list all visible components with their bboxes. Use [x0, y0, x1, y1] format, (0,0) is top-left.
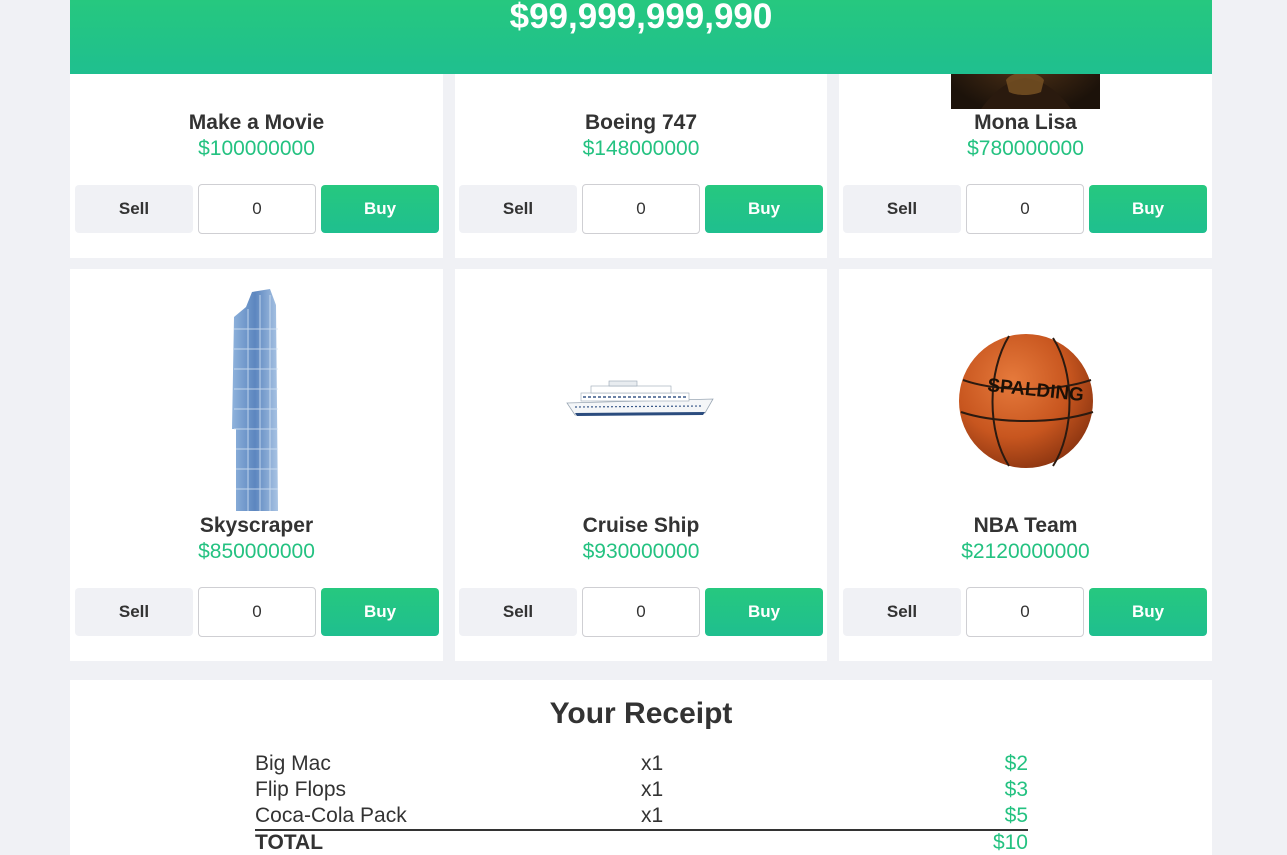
sell-button[interactable]: Sell: [459, 588, 577, 636]
product-price: $930000000: [582, 540, 700, 563]
page: $99,999,999,990 Make a Movie $100000000 …: [0, 0, 1287, 855]
cruise-ship-image: [566, 380, 714, 416]
product-controls: Sell Buy: [459, 587, 823, 637]
quantity-input[interactable]: [966, 184, 1084, 234]
quantity-input[interactable]: [582, 184, 700, 234]
receipt-row: Big Mac x1 $2: [255, 752, 1028, 778]
receipt-title: Your Receipt: [549, 697, 733, 730]
product-price: $780000000: [967, 137, 1084, 160]
product-price: $850000000: [198, 540, 315, 563]
product-name: Skyscraper: [199, 514, 314, 537]
quantity-input[interactable]: [966, 587, 1084, 637]
quantity-input[interactable]: [198, 587, 316, 637]
receipt-item-qty: x1: [641, 804, 664, 827]
product-controls: Sell Buy: [843, 587, 1207, 637]
buy-button[interactable]: Buy: [321, 185, 439, 233]
receipt-item-name: Flip Flops: [255, 778, 347, 801]
quantity-input[interactable]: [582, 587, 700, 637]
receipt-row: Flip Flops x1 $3: [255, 778, 1028, 804]
product-card-nba-team: SPALDING NBA Team $2120000000 Sell Buy: [839, 269, 1212, 661]
product-controls: Sell Buy: [75, 587, 439, 637]
product-price: $148000000: [582, 137, 700, 160]
product-name: NBA Team: [973, 514, 1078, 537]
product-name: Mona Lisa: [974, 111, 1077, 134]
sell-button[interactable]: Sell: [75, 588, 193, 636]
money-balance: $99,999,999,990: [509, 0, 773, 36]
product-name: Make a Movie: [188, 111, 325, 134]
product-name: Cruise Ship: [582, 514, 700, 537]
receipt-item-qty: x1: [641, 778, 664, 801]
receipt-total-amount: $10: [992, 831, 1028, 854]
receipt-total-row: TOTAL $10: [255, 829, 1028, 855]
buy-button[interactable]: Buy: [1089, 185, 1207, 233]
sell-button[interactable]: Sell: [843, 588, 961, 636]
skyscraper-image: [232, 289, 278, 511]
product-name: Boeing 747: [584, 111, 698, 134]
buy-button[interactable]: Buy: [1089, 588, 1207, 636]
receipt-row: Coca-Cola Pack x1 $5: [255, 804, 1028, 830]
receipt-item-amount: $3: [1004, 778, 1028, 801]
receipt-item-amount: $5: [1004, 804, 1028, 827]
buy-button[interactable]: Buy: [705, 185, 823, 233]
receipt-item-name: Coca-Cola Pack: [255, 804, 407, 827]
basketball-image: SPALDING: [959, 334, 1094, 468]
buy-button[interactable]: Buy: [705, 588, 823, 636]
product-price: $2120000000: [961, 540, 1090, 563]
product-controls: Sell Buy: [75, 184, 439, 234]
sell-button[interactable]: Sell: [459, 185, 577, 233]
receipt-total-label: TOTAL: [255, 831, 324, 854]
product-card-skyscraper: Skyscraper $850000000 Sell Buy: [70, 269, 443, 661]
receipt-item-name: Big Mac: [255, 752, 331, 775]
product-card-cruise-ship: Cruise Ship $930000000 Sell Buy: [455, 269, 827, 661]
product-controls: Sell Buy: [459, 184, 823, 234]
buy-button[interactable]: Buy: [321, 588, 439, 636]
product-controls: Sell Buy: [843, 184, 1207, 234]
product-price: $100000000: [198, 137, 315, 160]
receipt: Your Receipt Big Mac x1 $2 Flip Flops x1…: [70, 680, 1212, 855]
quantity-input[interactable]: [198, 184, 316, 234]
money-header: $99,999,999,990: [70, 0, 1212, 74]
receipt-item-qty: x1: [641, 752, 664, 775]
receipt-item-amount: $2: [1004, 752, 1028, 775]
sell-button[interactable]: Sell: [75, 185, 193, 233]
sell-button[interactable]: Sell: [843, 185, 961, 233]
